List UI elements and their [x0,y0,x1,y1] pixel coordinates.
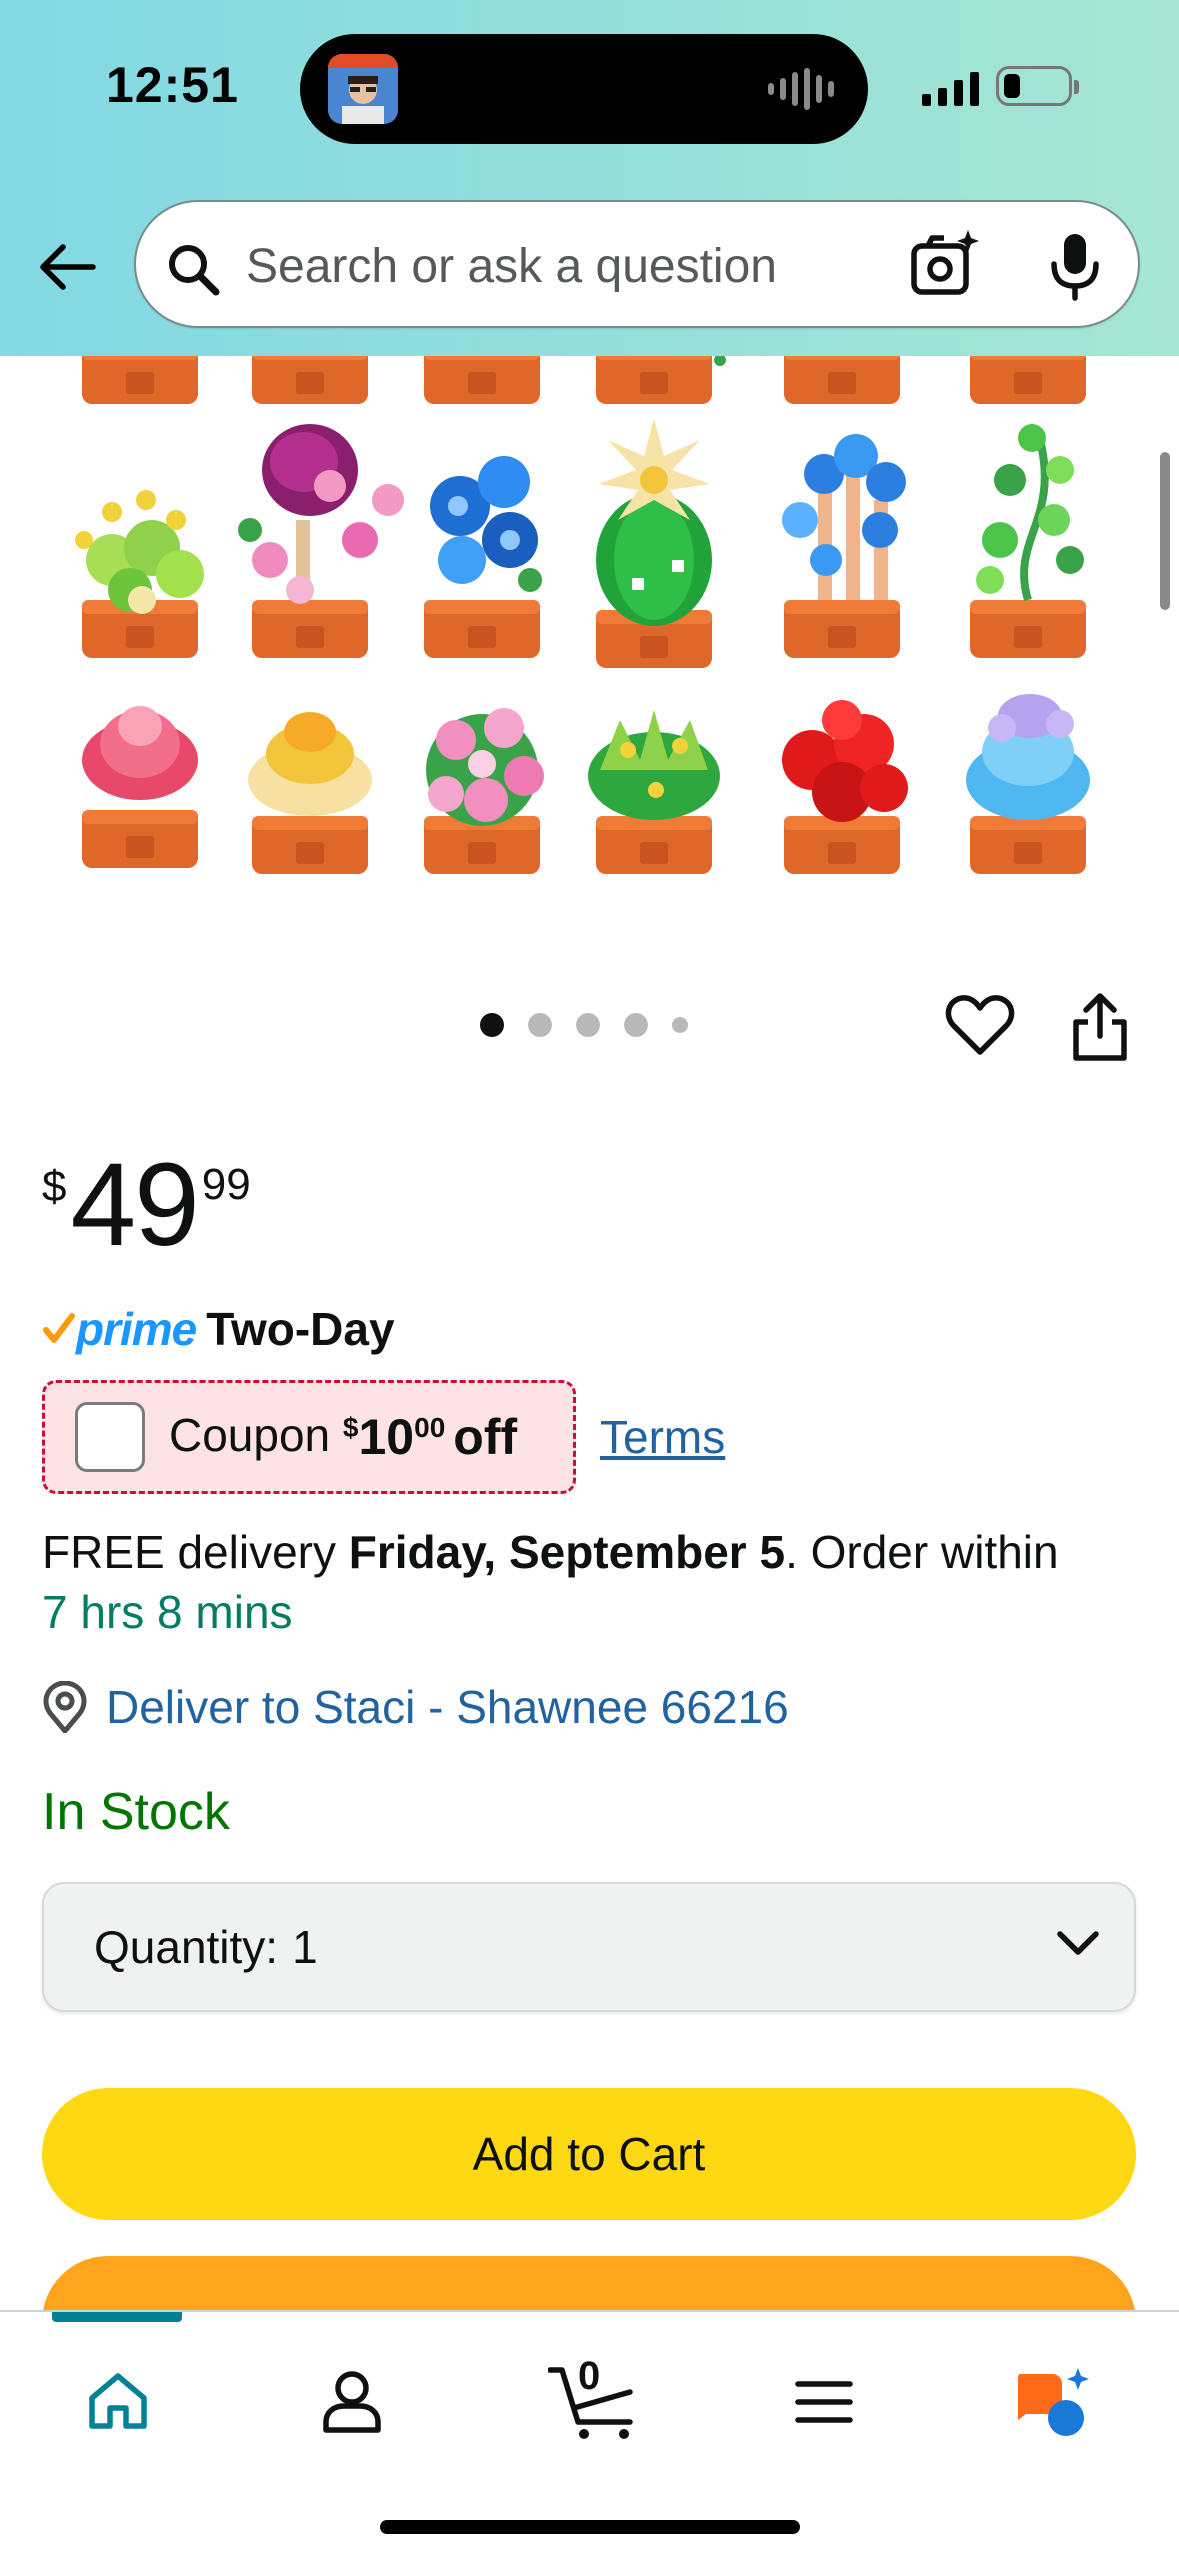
search-input[interactable] [246,228,906,304]
add-to-list-button[interactable] [944,990,1016,1062]
flower-sets-image [75,356,1090,874]
flower-set-12 [966,694,1090,874]
product-image[interactable] [0,356,1179,916]
delivery-prefix: FREE delivery [42,1526,336,1578]
back-button[interactable] [30,232,104,302]
coupon-off: off [453,1409,518,1465]
cellular-signal-icon [922,70,979,106]
price-fraction: 99 [201,1160,251,1209]
delivery-suffix: . Order within [785,1526,1059,1578]
quantity-selector[interactable]: Quantity: 1 [42,1882,1136,2012]
home-icon [89,2373,147,2429]
chevron-down-icon [1057,1931,1099,1955]
location-pin-icon [43,1681,87,1733]
voice-search-button[interactable] [1040,228,1110,302]
scroll-indicator[interactable] [1160,452,1170,610]
home-indicator [380,2520,800,2534]
flower-set-7 [82,706,198,868]
prime-logo: prime [76,1303,197,1355]
status-time: 12:51 [106,57,239,113]
live-activity-avatar [328,54,398,124]
nav-account[interactable] [302,2352,402,2452]
quantity-label: Quantity: [94,1921,279,1973]
deliver-to-text[interactable]: Deliver to Staci - Shawnee 66216 [106,1680,789,1734]
carousel-dot-4[interactable] [624,1013,648,1037]
delivery-date: Friday, September 5 [348,1526,786,1578]
coupon-label: Coupon [169,1409,331,1461]
search-bar[interactable] [134,200,1140,328]
product-price: $ 49 99 [42,1146,251,1264]
camera-search-button[interactable] [908,228,982,302]
image-carousel-dots[interactable] [480,1013,688,1037]
prime-shipping-text: Two-Day [206,1303,395,1355]
nav-cart[interactable]: 0 [536,2352,656,2452]
header: 12:51 [0,0,1179,356]
stock-status: In Stock [42,1783,230,1841]
price-whole: 49 [70,1139,199,1271]
carousel-dot-2[interactable] [528,1013,552,1037]
search-icon [169,245,220,296]
person-icon [323,2371,381,2433]
coupon-box[interactable]: Coupon $ 10 00 off [42,1380,576,1494]
nav-menu[interactable] [774,2352,874,2452]
battery-icon [996,66,1079,106]
nav-home[interactable] [68,2352,168,2452]
share-icon [1073,993,1127,1061]
carousel-dot-3[interactable] [576,1013,600,1037]
dynamic-island [300,34,868,144]
add-to-cart-button[interactable]: Add to Cart [42,2088,1136,2220]
camera-sparkle-icon [911,230,979,295]
hamburger-menu-icon [795,2381,853,2423]
flower-set-8 [248,712,372,874]
flower-set-2 [238,424,404,658]
carousel-dot-5[interactable] [672,1017,688,1033]
flower-set-9 [424,708,544,874]
microphone-icon [1051,234,1099,301]
ai-assistant-icon [1018,2368,1089,2436]
carousel-dot-1[interactable] [480,1013,504,1037]
share-button[interactable] [1068,990,1132,1064]
delivery-countdown: 7 hrs 8 mins [42,1586,293,1638]
coupon-terms-link[interactable]: Terms [600,1410,725,1464]
cart-count-badge: 0 [578,2354,601,2398]
audio-wave-icon [768,68,834,110]
prime-badge: prime Two-Day [42,1302,395,1356]
flower-set-1 [75,490,204,658]
flower-set-6 [970,424,1086,658]
flower-set-4 [596,418,712,668]
coupon-text: Coupon $ 10 00 off [169,1408,517,1466]
nav-active-indicator [52,2312,182,2322]
prime-check-icon [43,1313,75,1343]
quantity-value: 1 [292,1921,318,1973]
coupon-cents: 00 [414,1412,446,1443]
heart-icon [945,995,1015,1055]
coupon-symbol: $ [342,1412,359,1443]
nav-rufus-assistant[interactable] [1004,2352,1104,2452]
delivery-info: FREE delivery Friday, September 5. Order… [42,1522,1152,1642]
bottom-nav: 0 [0,2310,1179,2556]
flower-set-3 [424,456,542,658]
coupon-checkbox[interactable] [75,1402,145,1472]
flower-set-5 [782,434,906,658]
price-symbol: $ [42,1162,67,1211]
flower-set-11 [782,700,908,874]
coupon-amount: 10 [358,1409,415,1465]
arrow-left-icon [40,244,96,290]
flower-set-10 [588,710,720,874]
deliver-to-link[interactable]: Deliver to Staci - Shawnee 66216 [42,1680,789,1734]
